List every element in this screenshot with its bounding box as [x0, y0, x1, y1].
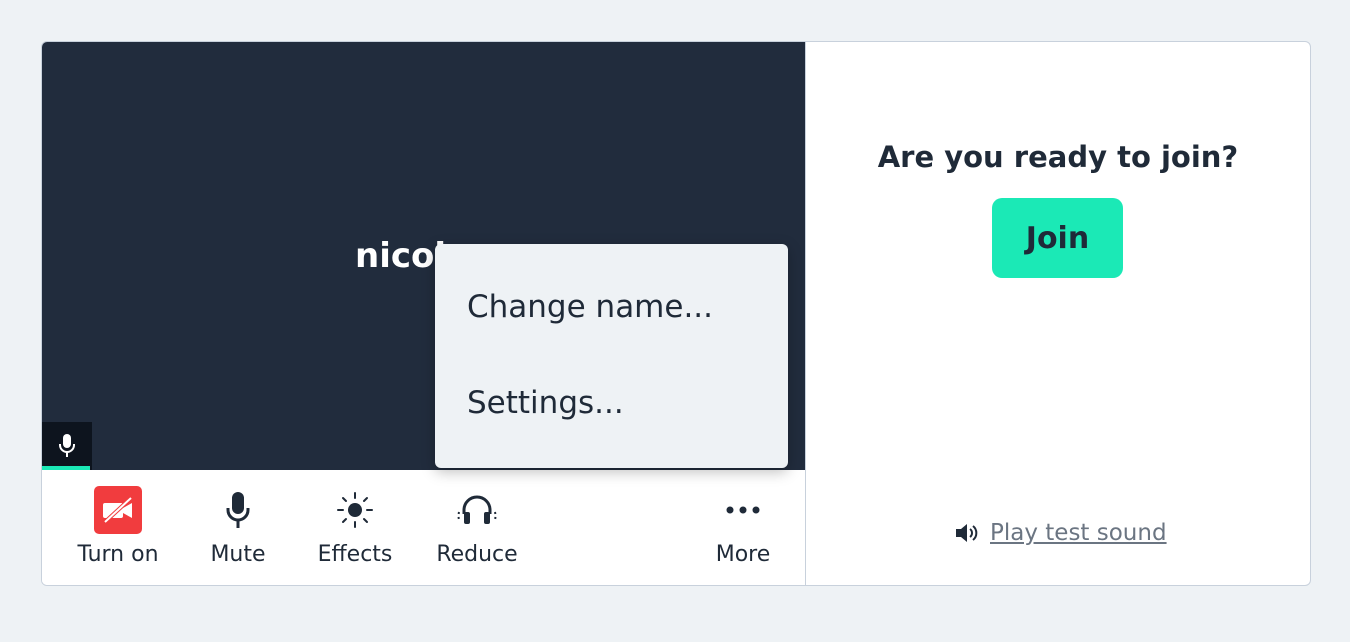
join-panel: Are you ready to join? Join Play test so…	[806, 42, 1310, 585]
mic-level-indicator	[42, 422, 92, 470]
effects-label: Effects	[317, 542, 393, 567]
play-test-sound-link[interactable]: Play test sound	[990, 520, 1167, 546]
mute-button[interactable]: Mute	[208, 486, 268, 567]
camera-status	[94, 486, 142, 534]
reduce-noise-button[interactable]: Reduce	[432, 486, 522, 567]
speaker-icon	[956, 524, 978, 542]
effects-icon-wrap	[331, 486, 379, 534]
video-camera-off-icon	[103, 496, 133, 524]
play-test-sound[interactable]: Play test sound	[954, 520, 1167, 546]
mute-label: Mute	[210, 542, 266, 567]
menu-item-change-name[interactable]: Change name...	[467, 289, 713, 325]
camera-toggle-label: Turn on	[77, 542, 159, 567]
more-menu: Change name... Settings...	[435, 244, 788, 468]
microphone-icon	[226, 492, 250, 528]
device-toolbar: Turn on Mute Effects Reduce More	[42, 470, 805, 585]
headphones-icon	[457, 495, 497, 524]
more-icon-wrap	[719, 486, 767, 534]
menu-item-settings[interactable]: Settings...	[467, 385, 624, 421]
more-button[interactable]: More	[712, 486, 774, 567]
reduce-icon-wrap	[453, 486, 501, 534]
mute-icon-wrap	[214, 486, 262, 534]
reduce-label: Reduce	[436, 542, 518, 567]
join-button[interactable]: Join	[992, 198, 1123, 278]
more-label: More	[715, 542, 771, 567]
camera-toggle-button[interactable]: Turn on	[75, 486, 161, 567]
microphone-icon	[59, 434, 75, 457]
effects-button[interactable]: Effects	[316, 486, 394, 567]
sun-icon	[337, 492, 373, 528]
more-dots-icon	[726, 506, 760, 514]
join-title: Are you ready to join?	[877, 140, 1239, 174]
